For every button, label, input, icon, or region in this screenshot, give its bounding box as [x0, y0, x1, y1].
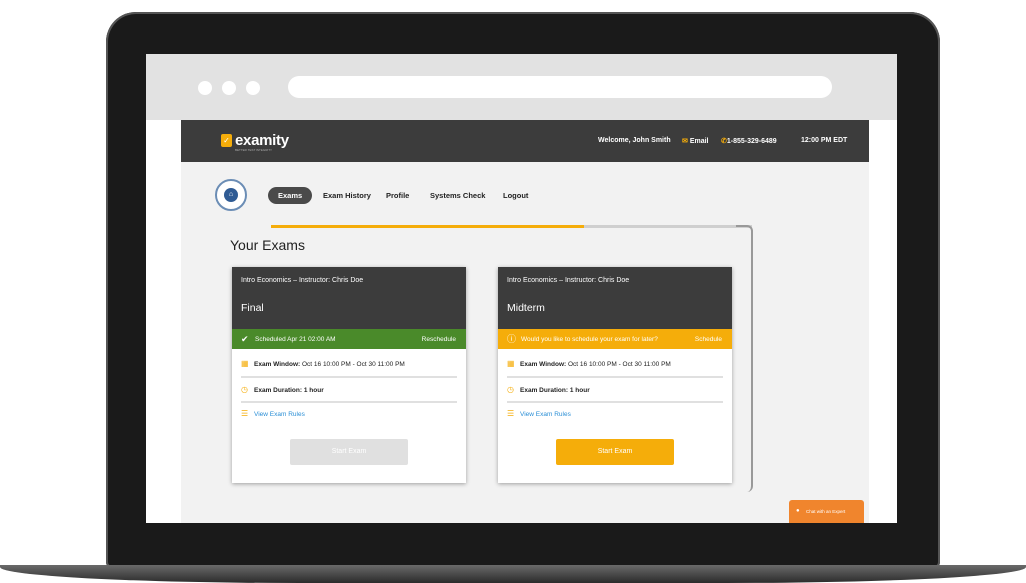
chat-icon: ● — [796, 508, 800, 514]
view-rules-link[interactable]: View Exam Rules — [254, 411, 305, 418]
clock-time: 12:00 PM EDT — [801, 137, 848, 144]
email-icon: ✉ — [682, 138, 688, 145]
chat-label: Chat with an Expert — [806, 509, 846, 514]
calendar-icon: ▦ — [241, 359, 249, 368]
window-value: Oct 16 10:00 PM - Oct 30 11:00 PM — [567, 361, 671, 368]
divider — [507, 376, 723, 378]
duration-value: 1 hour — [569, 387, 590, 394]
card-header: Intro Economics – Instructor: Chris Doe … — [232, 267, 466, 329]
course-label: Intro Economics – Instructor: Chris Doe — [241, 277, 364, 284]
nav-tab-exam-history[interactable]: Exam History — [323, 191, 371, 200]
status-bar: ⓘ Would you like to schedule your exam f… — [498, 329, 732, 349]
start-exam-button[interactable]: Start Exam — [290, 439, 408, 465]
status-text: Would you like to schedule your exam for… — [521, 336, 658, 343]
phone-link[interactable]: ✆1-855-329-6489 — [721, 137, 777, 145]
divider — [507, 401, 723, 403]
schedule-link[interactable]: Schedule — [695, 336, 722, 343]
duration-label: Exam Duration: — [520, 387, 569, 394]
email-link[interactable]: ✉ Email — [682, 137, 709, 145]
status-text: Scheduled Apr 21 02:00 AM — [255, 336, 336, 343]
nav-tab-logout[interactable]: Logout — [503, 191, 528, 200]
nav-tab-profile[interactable]: Profile — [386, 191, 409, 200]
content-frame — [736, 225, 753, 492]
exam-card-final: Intro Economics – Instructor: Chris Doe … — [232, 267, 466, 483]
exam-card-midterm: Intro Economics – Instructor: Chris Doe … — [498, 267, 732, 483]
exam-name: Final — [241, 302, 264, 314]
nav-tab-exams[interactable]: Exams — [268, 187, 313, 204]
exam-duration-row: ◷ Exam Duration: 1 hour — [241, 385, 324, 394]
email-label: Email — [689, 138, 709, 145]
window-dot — [222, 81, 236, 95]
shield-icon: ✓ — [221, 134, 232, 147]
course-label: Intro Economics – Instructor: Chris Doe — [507, 277, 630, 284]
card-header: Intro Economics – Instructor: Chris Doe … — [498, 267, 732, 329]
exam-duration-row: ◷ Exam Duration: 1 hour — [507, 385, 590, 394]
info-icon: ⓘ — [507, 334, 517, 344]
window-label: Exam Window: — [520, 361, 567, 368]
exam-window-row: ▦ Exam Window: Oct 16 10:00 PM - Oct 30 1… — [507, 359, 671, 368]
nav-tab-systems-check[interactable]: Systems Check — [430, 191, 485, 200]
chat-with-expert-button[interactable]: ● Chat with an Expert — [789, 500, 864, 523]
brand-name: examity — [235, 132, 289, 149]
reschedule-link[interactable]: Reschedule — [422, 336, 456, 343]
university-seal: ⌂ — [215, 179, 247, 211]
welcome-text: Welcome, John Smith — [598, 137, 671, 144]
window-value: Oct 16 10:00 PM - Oct 30 11:00 PM — [301, 361, 405, 368]
laptop-base — [0, 565, 1026, 583]
list-icon: ☰ — [241, 409, 249, 418]
address-bar[interactable] — [288, 76, 832, 98]
divider — [241, 401, 457, 403]
duration-value: 1 hour — [303, 387, 324, 394]
exam-window-row: ▦ Exam Window: Oct 16 10:00 PM - Oct 30 1… — [241, 359, 405, 368]
phone-number: 1-855-329-6489 — [726, 138, 777, 145]
exam-rules-row[interactable]: ☰ View Exam Rules — [241, 409, 305, 418]
stopwatch-icon: ◷ — [507, 385, 514, 394]
window-label: Exam Window: — [254, 361, 301, 368]
brand-tagline: BETTER TEST INTEGRITY — [235, 148, 273, 152]
stopwatch-icon: ◷ — [241, 385, 248, 394]
window-dot — [198, 81, 212, 95]
browser-toolbar — [146, 54, 897, 120]
list-icon: ☰ — [507, 409, 515, 418]
building-icon: ⌂ — [224, 188, 238, 202]
progress-fill — [271, 225, 584, 228]
window-dot — [246, 81, 260, 95]
progress-bar — [271, 225, 752, 228]
browser-screen: ✓ examity BETTER TEST INTEGRITY Welcome,… — [146, 54, 897, 523]
exam-rules-row[interactable]: ☰ View Exam Rules — [507, 409, 571, 418]
calendar-icon: ▦ — [507, 359, 515, 368]
page-title: Your Exams — [230, 237, 305, 253]
status-bar: ✔ Scheduled Apr 21 02:00 AM Reschedule — [232, 329, 466, 349]
exam-name: Midterm — [507, 302, 545, 314]
check-icon: ✔ — [241, 334, 249, 344]
duration-label: Exam Duration: — [254, 387, 303, 394]
divider — [241, 376, 457, 378]
examity-logo[interactable]: ✓ examity — [221, 132, 289, 149]
start-exam-button[interactable]: Start Exam — [556, 439, 674, 465]
view-rules-link[interactable]: View Exam Rules — [520, 411, 571, 418]
site-header: ✓ examity BETTER TEST INTEGRITY Welcome,… — [181, 120, 869, 162]
